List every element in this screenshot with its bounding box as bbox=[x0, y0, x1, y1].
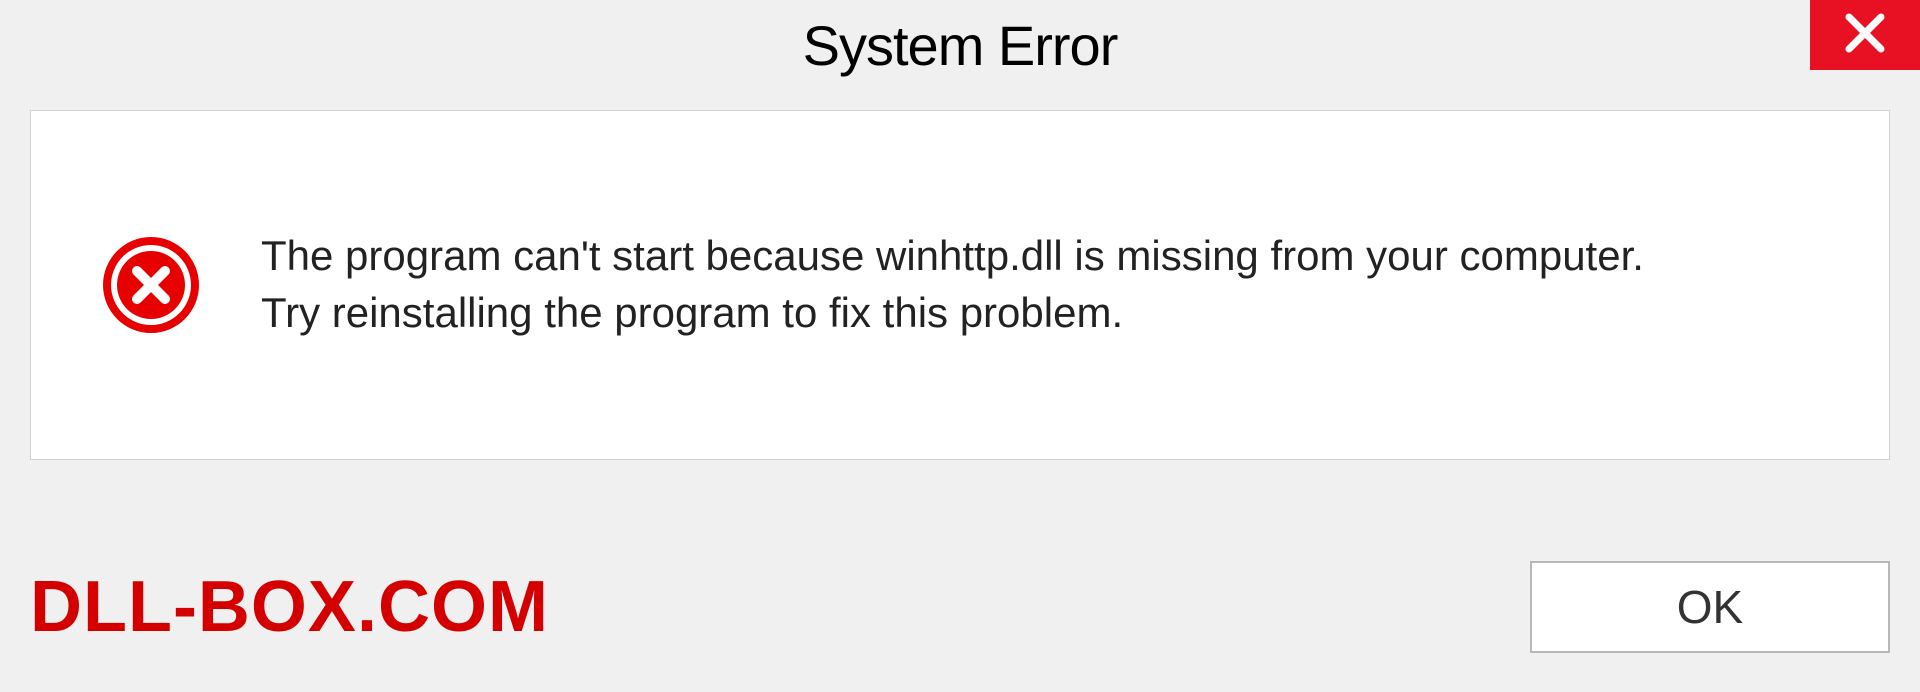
close-icon bbox=[1843, 11, 1887, 60]
error-icon bbox=[101, 235, 201, 335]
dialog-message: The program can't start because winhttp.… bbox=[261, 228, 1819, 341]
message-line-2: Try reinstalling the program to fix this… bbox=[261, 285, 1819, 342]
watermark-text: DLL-BOX.COM bbox=[30, 566, 549, 648]
message-line-1: The program can't start because winhttp.… bbox=[261, 228, 1819, 285]
dialog-title: System Error bbox=[803, 13, 1118, 78]
dialog-titlebar: System Error bbox=[0, 0, 1920, 90]
close-button[interactable] bbox=[1810, 0, 1920, 70]
dialog-bottom-bar: DLL-BOX.COM OK bbox=[30, 542, 1890, 672]
ok-button[interactable]: OK bbox=[1530, 561, 1890, 653]
dialog-content: The program can't start because winhttp.… bbox=[30, 110, 1890, 460]
